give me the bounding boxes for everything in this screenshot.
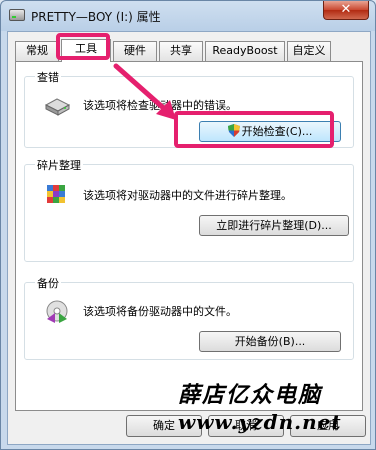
button-highlight-box [174, 111, 334, 148]
tab-customize[interactable]: 自定义 [287, 41, 331, 61]
tab-hardware[interactable]: 硬件 [113, 41, 157, 61]
error-check-label: 查错 [35, 69, 61, 85]
tab-readyboost[interactable]: ReadyBoost [205, 41, 285, 61]
defrag-group: 碎片整理 该选项将对驱动器中的文件进行碎片整理。 立即进行碎片整理(D)... [24, 157, 354, 262]
watermark: 薛店亿众电脑 www.yzdn.net [178, 384, 342, 432]
backup-description: 该选项将备份驱动器中的文件。 [83, 305, 237, 318]
watermark-line-2: www.yzdn.net [178, 410, 342, 434]
backup-icon [46, 300, 68, 323]
tab-general[interactable]: 常规 [15, 41, 59, 61]
start-backup-button[interactable]: 开始备份(B)... [199, 331, 341, 352]
hard-drive-icon [44, 98, 71, 116]
window-title: PRETTY—BOY (I:) 属性 [31, 10, 161, 24]
close-button[interactable]: ✕ [323, 1, 369, 20]
defrag-icon [47, 185, 65, 203]
defrag-now-button[interactable]: 立即进行碎片整理(D)... [199, 215, 349, 236]
drive-icon [9, 9, 25, 21]
backup-label: 备份 [35, 275, 61, 291]
tab-sharing[interactable]: 共享 [159, 41, 203, 61]
tab-highlight-box [56, 33, 110, 60]
title-bar[interactable]: PRETTY—BOY (I:) 属性 ✕ [1, 1, 376, 31]
watermark-line-1: 薛店亿众电脑 [178, 382, 323, 408]
defrag-label: 碎片整理 [35, 157, 83, 173]
defrag-description: 该选项将对驱动器中的文件进行碎片整理。 [83, 189, 292, 202]
backup-group: 备份 该选项将备份驱动器中的文件。 开始备份(B)... [24, 275, 354, 360]
